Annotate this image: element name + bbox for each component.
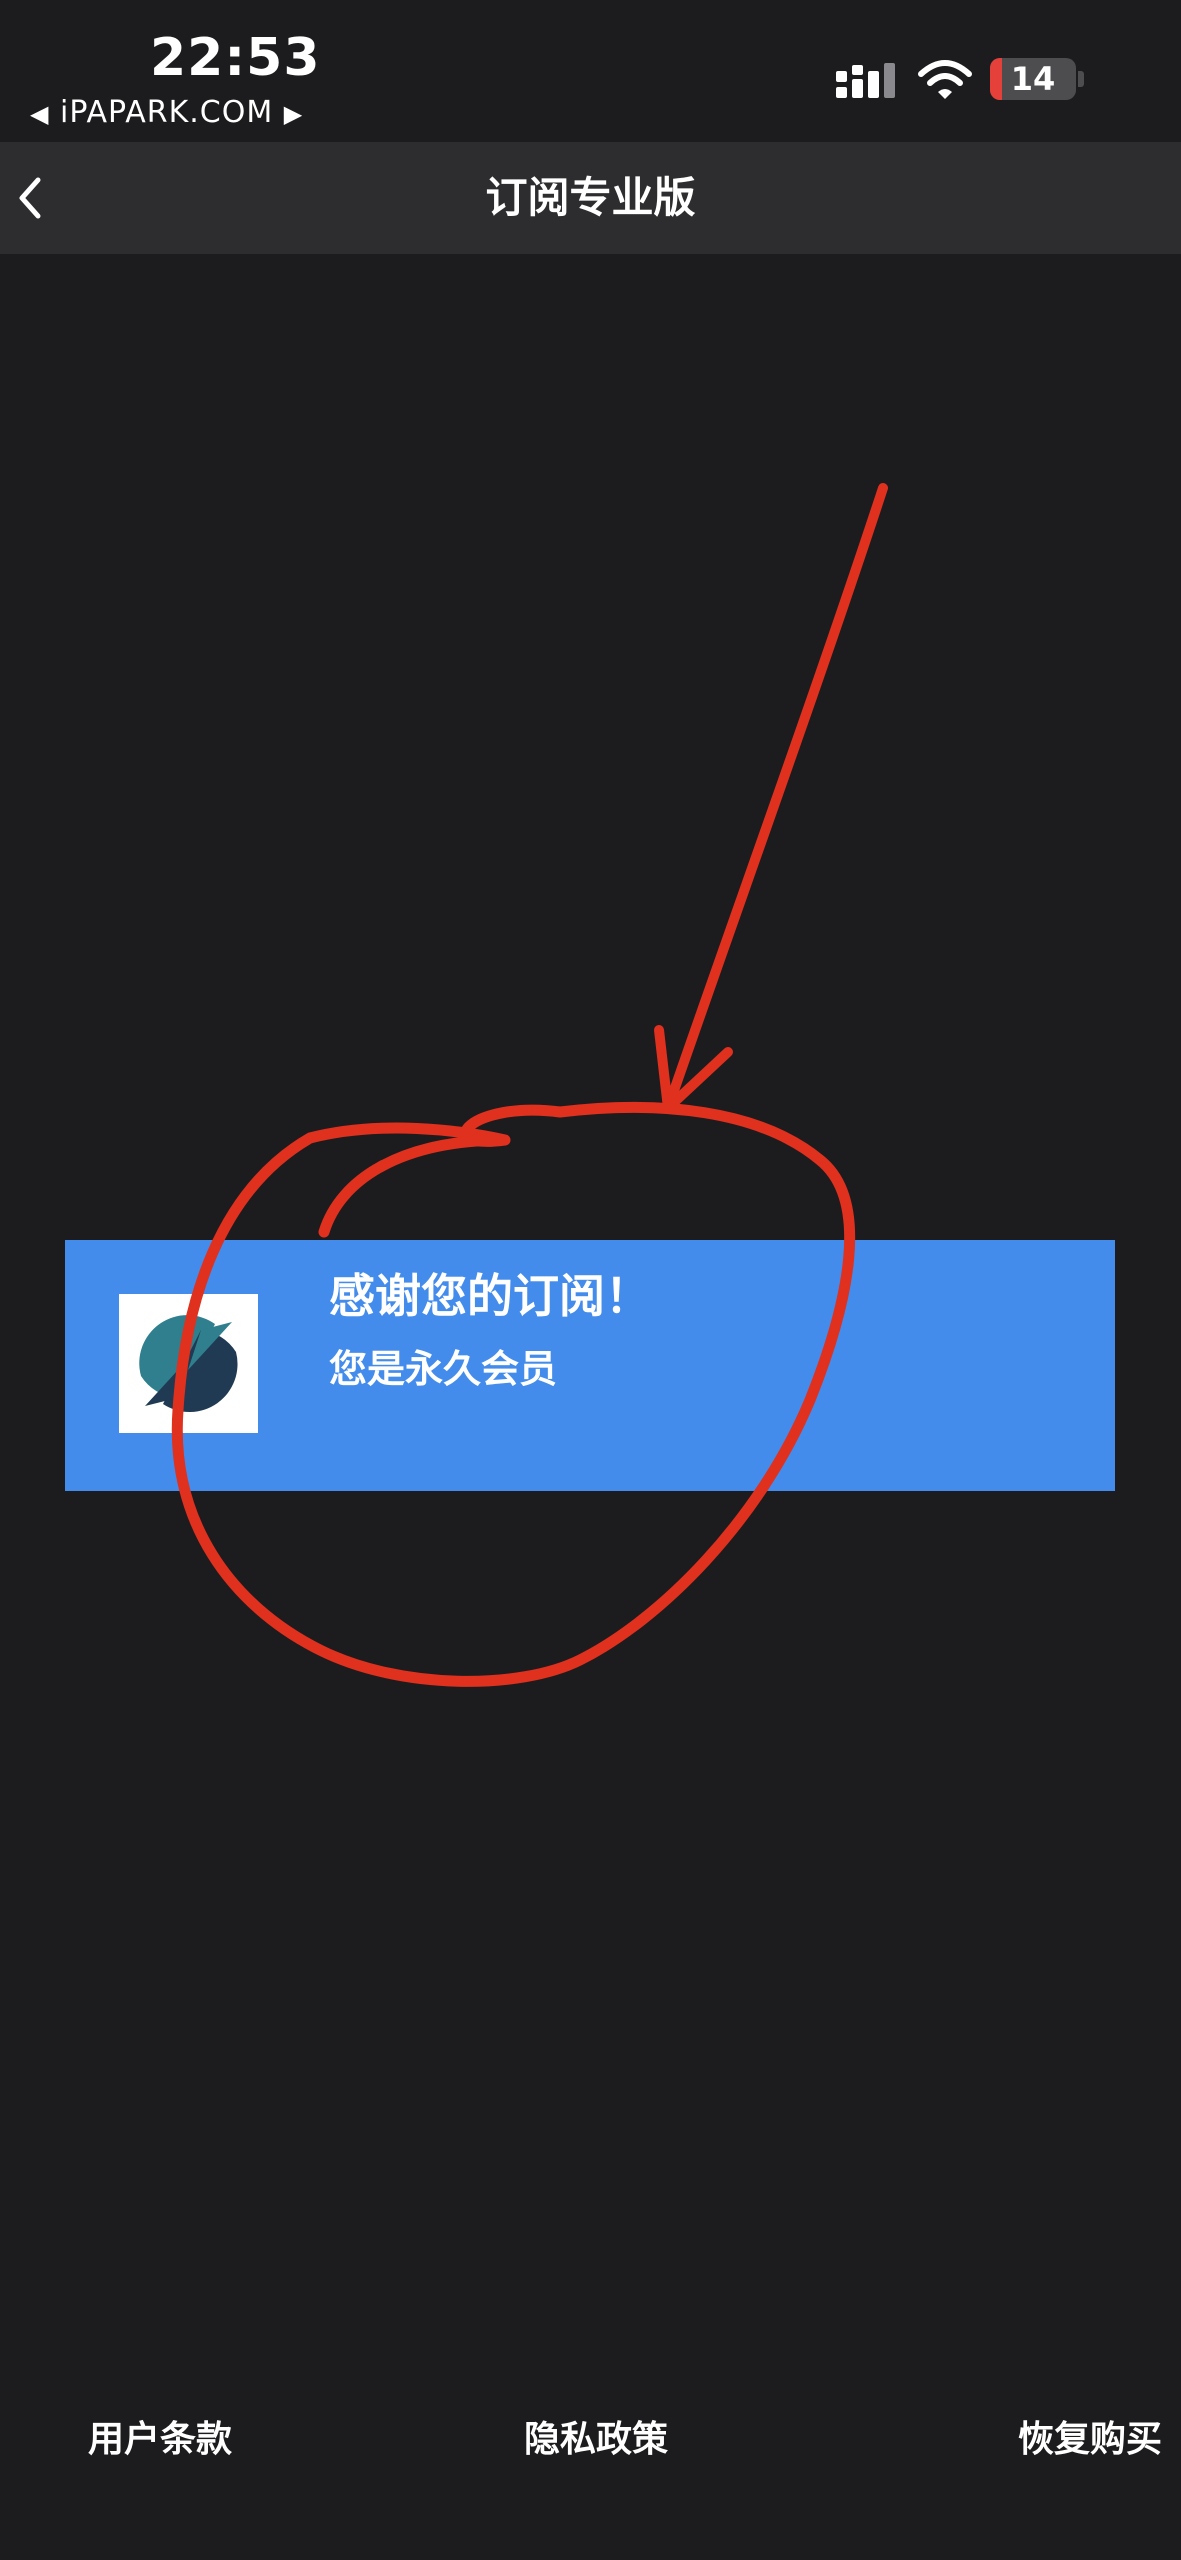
carrier-label: ◀ iPAPARK.COM ▶ xyxy=(30,95,303,130)
chevron-left-icon[interactable] xyxy=(6,166,56,230)
terms-link[interactable]: 用户条款 xyxy=(88,2410,232,2462)
app-logo xyxy=(119,1294,258,1433)
carrier-text: iPAPARK.COM xyxy=(60,95,274,130)
battery-icon: 14 xyxy=(990,58,1076,100)
privacy-policy-link[interactable]: 隐私政策 xyxy=(524,2410,668,2462)
page-title: 订阅专业版 xyxy=(485,173,696,222)
cellular-signal-icon xyxy=(836,63,895,98)
annotation-arrow-shaft xyxy=(663,483,888,1113)
membership-status: 您是永久会员 xyxy=(329,1347,558,1391)
battery-level: 14 xyxy=(1010,60,1056,98)
subscription-status-banner: 感谢您的订阅！ 您是永久会员 xyxy=(65,1240,1115,1491)
battery-cap xyxy=(1078,71,1084,87)
carrier-next-icon: ▶ xyxy=(283,100,304,128)
app-logo-icon xyxy=(139,1315,238,1412)
navigation-bar: 订阅专业版 xyxy=(0,142,1181,254)
status-bar: 22:53 ◀ iPAPARK.COM ▶ 14 xyxy=(0,0,1181,142)
restore-purchase-button[interactable]: 恢复购买 xyxy=(1018,2410,1162,2462)
carrier-prev-icon: ◀ xyxy=(30,100,50,128)
wifi-icon xyxy=(918,60,972,99)
status-time: 22:53 xyxy=(150,28,321,88)
banner-title: 感谢您的订阅！ xyxy=(329,1269,651,1323)
annotation-arrowhead xyxy=(654,1025,733,1113)
